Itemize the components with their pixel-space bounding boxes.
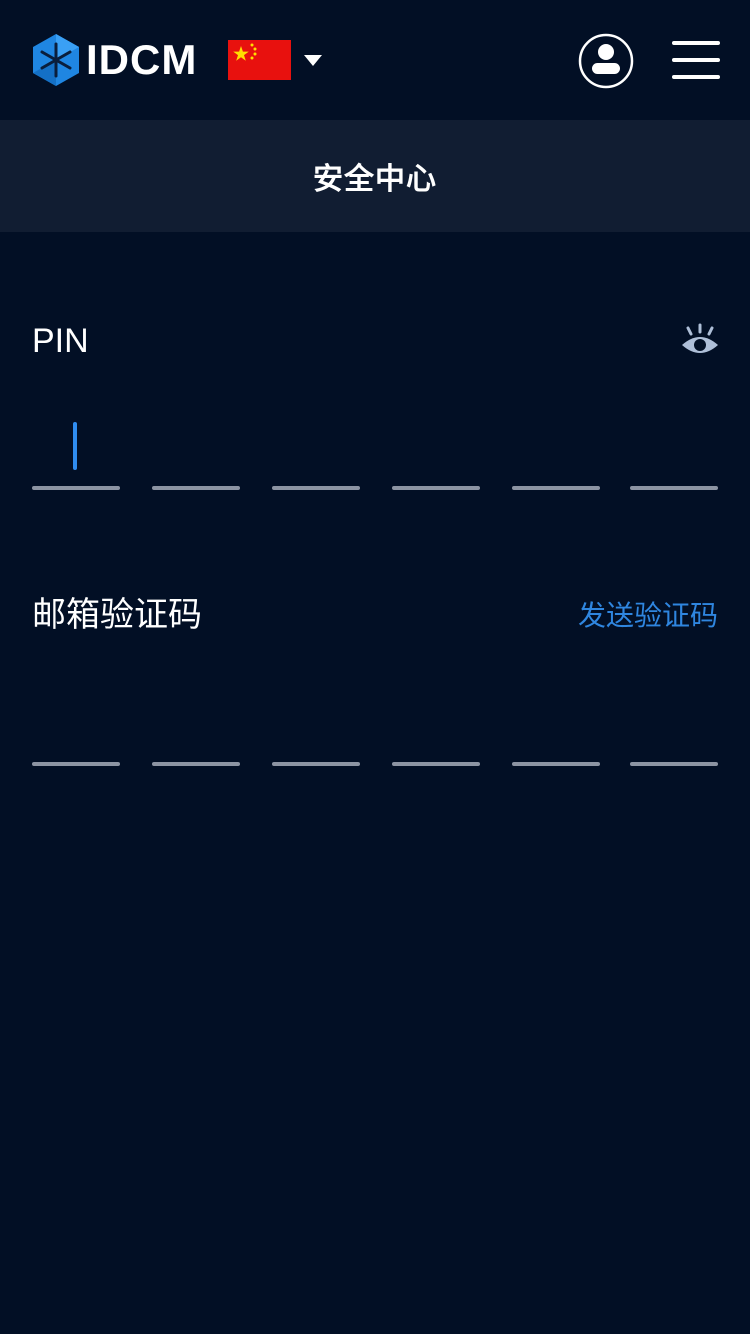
pin-digit-5[interactable] [512, 400, 600, 490]
idcm-logo-icon[interactable] [33, 34, 79, 86]
security-center-page: IDCM 安全中心 PIN 邮箱验证码 发送验证码 [0, 0, 750, 1334]
email-code-digit-1[interactable] [32, 676, 120, 766]
digit-underline [392, 762, 480, 766]
email-code-digit-6[interactable] [630, 676, 718, 766]
caret-down-icon[interactable] [304, 55, 322, 67]
digit-underline [272, 486, 360, 490]
user-profile-icon[interactable] [578, 33, 634, 89]
hamburger-menu-icon[interactable] [670, 40, 722, 80]
pin-input [0, 400, 750, 490]
email-code-digit-2[interactable] [152, 676, 240, 766]
digit-underline [272, 762, 360, 766]
input-caret [73, 422, 77, 470]
pin-label: PIN [32, 322, 89, 360]
pin-digit-6[interactable] [630, 400, 718, 490]
digit-underline [32, 762, 120, 766]
top-header: IDCM [0, 0, 750, 120]
pin-digit-3[interactable] [272, 400, 360, 490]
email-code-digit-5[interactable] [512, 676, 600, 766]
email-code-input [0, 676, 750, 766]
digit-underline [512, 762, 600, 766]
digit-underline [392, 486, 480, 490]
digit-underline [630, 486, 718, 490]
brand-name[interactable]: IDCM [86, 36, 197, 84]
digit-underline [512, 486, 600, 490]
china-flag-icon[interactable] [228, 40, 291, 80]
digit-underline [32, 486, 120, 490]
email-code-digit-4[interactable] [392, 676, 480, 766]
pin-digit-4[interactable] [392, 400, 480, 490]
digit-underline [152, 486, 240, 490]
digit-underline [152, 762, 240, 766]
title-bar: 安全中心 [0, 120, 750, 232]
email-code-digit-3[interactable] [272, 676, 360, 766]
send-code-button[interactable]: 发送验证码 [578, 596, 718, 636]
pin-digit-1[interactable] [32, 400, 120, 490]
digit-underline [630, 762, 718, 766]
page-title: 安全中心 [313, 162, 437, 197]
email-code-label: 邮箱验证码 [32, 595, 202, 635]
pin-digit-2[interactable] [152, 400, 240, 490]
eye-icon[interactable] [680, 323, 720, 361]
